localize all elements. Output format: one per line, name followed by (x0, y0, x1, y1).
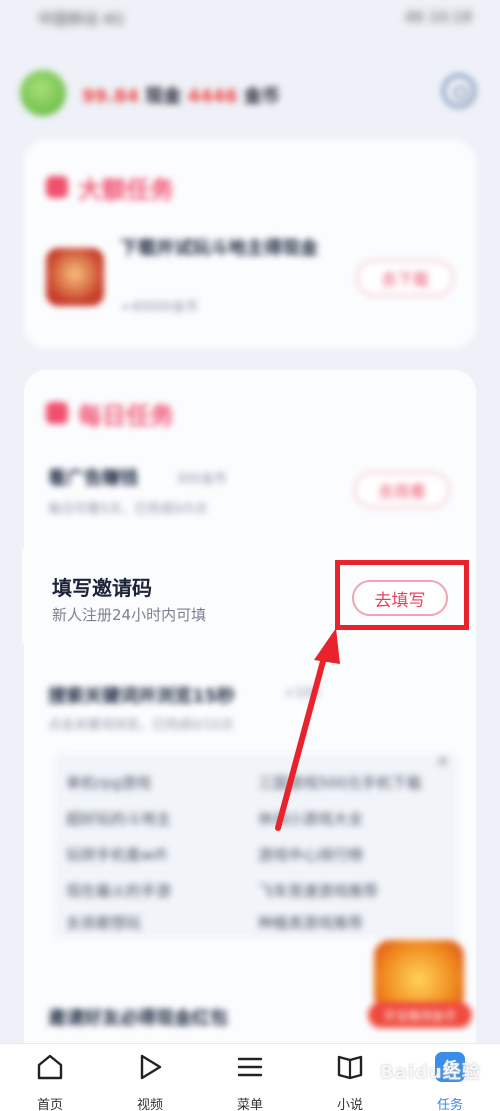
download-button[interactable]: 去下载 (356, 260, 454, 296)
tab-task-label: 任务 (436, 1098, 463, 1111)
big-task-card: 大额任务 下载并试玩斗地主得现金 +40000金币 去下载 (24, 140, 476, 348)
daily-task-title: 每日任务 (78, 402, 174, 430)
keyword-item[interactable]: 玩转手机看wifi (66, 844, 167, 865)
tab-home[interactable]: 首页 (20, 1052, 80, 1111)
tab-video-label: 视频 (136, 1098, 163, 1111)
tab-novel[interactable]: 小说 (320, 1052, 380, 1111)
big-task-title: 大额任务 (78, 176, 174, 204)
game-app-icon (46, 248, 104, 306)
coin-label: 金币 (243, 86, 280, 107)
tab-home-label: 首页 (36, 1098, 63, 1111)
search-task-sub: 点击关键词浏览，已完成0/10次 (48, 718, 234, 733)
app-task-reward: +40000金币 (120, 300, 199, 315)
coin-value: 4446 (187, 86, 238, 107)
ad-task-reward: 300金币 (176, 472, 227, 487)
watch-ad-button[interactable]: 去观看 (354, 472, 450, 508)
ad-task-sub: 每日可看5次，已完成0/5次 (48, 502, 208, 517)
cash-label: 现金 (145, 86, 182, 107)
coins-summary[interactable]: 99.84 现金 4446 金币 (82, 82, 280, 108)
invite-code-title: 填写邀请码 (52, 576, 152, 600)
annotation-highlight-box (335, 560, 469, 630)
tab-menu[interactable]: 菜单 (220, 1052, 280, 1111)
header: 99.84 现金 4446 金币 (20, 66, 480, 120)
keyword-item[interactable]: 休闲小游戏大全 (258, 808, 363, 829)
play-icon (140, 1054, 162, 1080)
status-right-text: 46 10:18 (404, 8, 472, 26)
ad-task-title: 看广告赚钱 (48, 468, 138, 489)
settings-icon[interactable] (442, 74, 476, 108)
search-task-reward: +100 (284, 686, 320, 701)
calendar-icon (46, 402, 68, 424)
book-icon (337, 1055, 363, 1080)
status-bar: 中国移动 4G 46 10:18 (0, 0, 500, 40)
home-icon (37, 1054, 63, 1080)
cash-value: 99.84 (82, 86, 139, 107)
tab-menu-label: 菜单 (236, 1098, 263, 1111)
carrier-text: 中国移动 4G (38, 10, 124, 28)
keyword-item[interactable]: 飞车竞速游戏推荐 (258, 880, 378, 901)
close-icon[interactable]: ✕ (436, 752, 449, 771)
menu-icon (237, 1057, 263, 1077)
keyword-grid: 单机rpg游戏 三国游戏500元手机下载 超好玩的斗地主 休闲小游戏大全 玩转手… (54, 754, 458, 938)
keyword-item[interactable]: 超好玩的斗地主 (66, 808, 171, 829)
keyword-item[interactable]: 三国游戏500元手机下载 (258, 772, 422, 793)
keyword-item[interactable]: 现在最火的手游 (66, 880, 171, 901)
tab-novel-label: 小说 (336, 1098, 363, 1111)
treasure-chest[interactable]: 开宝箱领金币 (368, 930, 472, 1028)
app-task-title: 下载并试玩斗地主得现金 (120, 238, 318, 259)
invite-code-subtitle: 新人注册24小时内可填 (52, 606, 207, 624)
chest-label: 开宝箱领金币 (368, 1002, 472, 1028)
avatar[interactable] (20, 70, 66, 116)
keyword-item[interactable]: 种植类游戏推荐 (258, 912, 363, 933)
watermark: Baidu经验 (380, 1062, 481, 1083)
invite-friends-title: 邀请好友必得现金红包 (48, 1008, 228, 1029)
tab-video[interactable]: 视频 (120, 1052, 180, 1111)
search-task-title: 搜索关键词并浏览15秒 (48, 686, 236, 707)
bag-icon (46, 176, 68, 198)
keyword-item[interactable]: 女孩都想玩 (66, 912, 141, 933)
keyword-item[interactable]: 游戏中心排行榜 (258, 844, 363, 865)
keyword-item[interactable]: 单机rpg游戏 (66, 772, 151, 793)
